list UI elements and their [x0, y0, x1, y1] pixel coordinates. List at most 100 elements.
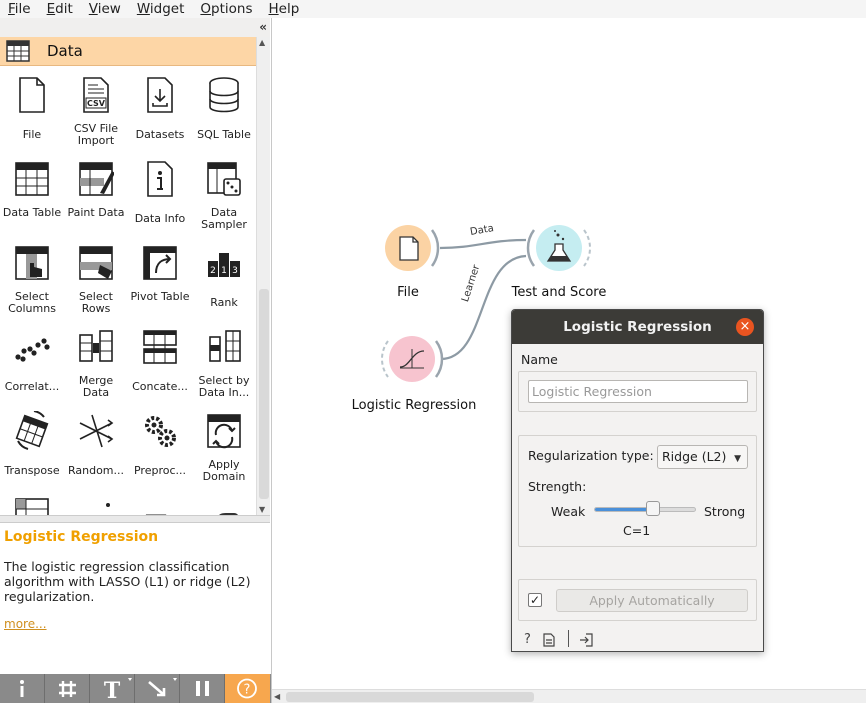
grid-icon [59, 681, 76, 697]
randomize-icon [79, 414, 114, 448]
panel-splitter[interactable] [0, 515, 270, 523]
widget-file[interactable]: File [0, 67, 64, 151]
widget-merge-data[interactable]: Merge Data [64, 319, 128, 403]
strong-label: Strong [704, 504, 746, 519]
widget-data-sampler[interactable]: Data Sampler [192, 151, 256, 235]
canvas-scroll-thumb[interactable] [286, 692, 534, 702]
widget-partial-3[interactable]: T [128, 487, 192, 515]
text-annotation-button[interactable]: T [90, 674, 135, 704]
toolbox-header: « [0, 18, 270, 37]
name-label: Name [521, 352, 558, 367]
node-label-test-and-score: Test and Score [511, 285, 607, 300]
info-button[interactable] [0, 674, 45, 703]
svg-text:?: ? [244, 683, 251, 698]
description-title: Logistic Regression [4, 529, 159, 545]
python-icon [219, 513, 238, 515]
scroll-up-icon[interactable]: ▲ [259, 38, 265, 47]
widget-partial-4[interactable] [192, 487, 256, 515]
node-file[interactable] [385, 225, 440, 271]
widget-correlations[interactable]: Correlat... [0, 319, 64, 403]
arrow-annotation-button[interactable] [135, 674, 180, 703]
arrow-icon [148, 678, 177, 697]
scatter-icon [106, 503, 110, 507]
help-icon[interactable]: ? [524, 632, 531, 647]
scroll-down-icon[interactable]: ▼ [259, 505, 265, 514]
database-icon [209, 77, 239, 113]
widget-select-by-data-index[interactable]: Select by Data In... [192, 319, 256, 403]
c-value-label: C=1 [623, 523, 651, 538]
grid-button[interactable] [45, 674, 90, 703]
widget-csv-file-import[interactable]: CSV CSV File Import [64, 67, 128, 151]
apply-button[interactable]: Apply Automatically [556, 589, 748, 612]
widget-datasets[interactable]: Datasets [128, 67, 192, 151]
svg-text:1: 1 [221, 266, 227, 276]
paint-icon [79, 162, 114, 196]
menu-edit[interactable]: Edit [39, 0, 81, 18]
input-icon[interactable] [579, 633, 593, 647]
datasets-icon [147, 77, 173, 113]
category-data[interactable]: Data [0, 37, 256, 66]
close-button[interactable]: × [736, 318, 754, 336]
concatenate-icon [143, 330, 177, 364]
widget-data-table[interactable]: Data Table [0, 151, 64, 235]
gears-icon [145, 416, 176, 447]
widget-partial-1[interactable] [0, 487, 64, 515]
pause-button[interactable] [180, 674, 225, 703]
widget-select-columns[interactable]: Select Columns [0, 235, 64, 319]
info-icon [147, 161, 173, 197]
regularization-select[interactable]: Ridge (L2) ▼ [657, 445, 748, 469]
widget-partial-2[interactable] [64, 487, 128, 515]
widget-paint-data[interactable]: Paint Data [64, 151, 128, 235]
svg-text:CSV: CSV [87, 99, 106, 108]
node-test-and-score[interactable] [526, 225, 591, 271]
widget-rank[interactable]: 213 Rank [192, 235, 256, 319]
help-icon: ? [237, 678, 257, 699]
table-icon [6, 40, 30, 62]
menu-options[interactable]: Options [192, 0, 260, 18]
dialog-titlebar[interactable]: Logistic Regression × [512, 310, 763, 344]
svg-text:3: 3 [232, 266, 238, 276]
widget-sql-table[interactable]: SQL Table [192, 67, 256, 151]
toolbox-scrollbar[interactable]: ▲ ▼ [256, 37, 270, 515]
link-data[interactable] [439, 238, 527, 250]
regularization-label: Regularization type: [528, 448, 654, 463]
widget-data-info[interactable]: Data Info [128, 151, 192, 235]
svg-text:T: T [104, 678, 121, 703]
strength-slider-track[interactable] [594, 507, 696, 512]
help-button[interactable]: ? [225, 674, 270, 703]
svg-text:2: 2 [210, 266, 216, 276]
select-rows-icon [79, 246, 113, 280]
pause-icon [196, 681, 209, 696]
table-icon [15, 498, 49, 515]
bottom-toolbar: T ? [0, 674, 271, 704]
table-icon [15, 162, 49, 196]
strength-label: Strength: [528, 479, 587, 494]
menu-widget[interactable]: Widget [129, 0, 193, 18]
double-chevron-left-icon[interactable]: « [259, 18, 267, 37]
node-logistic-regression[interactable] [381, 336, 444, 382]
report-icon[interactable] [543, 633, 555, 647]
menu-bar: File Edit View Widget Options Help [0, 0, 866, 18]
category-title: Data [47, 42, 83, 60]
menu-help[interactable]: Help [261, 0, 308, 18]
strength-slider-handle[interactable] [646, 501, 661, 516]
toolbox-scroll-thumb[interactable] [259, 289, 269, 499]
widget-concatenate[interactable]: Concate... [128, 319, 192, 403]
name-input[interactable]: Logistic Regression [528, 380, 748, 403]
canvas-scrollbar[interactable]: ◀ [272, 689, 866, 703]
widget-pivot-table[interactable]: Pivot Table [128, 235, 192, 319]
menu-file[interactable]: File [0, 0, 39, 18]
description-text: The logistic regression classification a… [4, 559, 251, 604]
widget-randomize[interactable]: Random... [64, 403, 128, 487]
file-icon [399, 236, 419, 261]
csv-icon: CSV [83, 77, 109, 113]
scroll-left-icon[interactable]: ◀ [274, 690, 280, 704]
widget-select-rows[interactable]: Select Rows [64, 235, 128, 319]
widget-preprocess[interactable]: Preproc... [128, 403, 192, 487]
widget-apply-domain[interactable]: Apply Domain [192, 403, 256, 487]
apply-automatically-checkbox[interactable]: ✓ [528, 593, 542, 607]
menu-view[interactable]: View [81, 0, 129, 18]
widget-transpose[interactable]: Transpose [0, 403, 64, 487]
pivot-icon [143, 246, 177, 280]
more-link[interactable]: more... [4, 617, 47, 631]
